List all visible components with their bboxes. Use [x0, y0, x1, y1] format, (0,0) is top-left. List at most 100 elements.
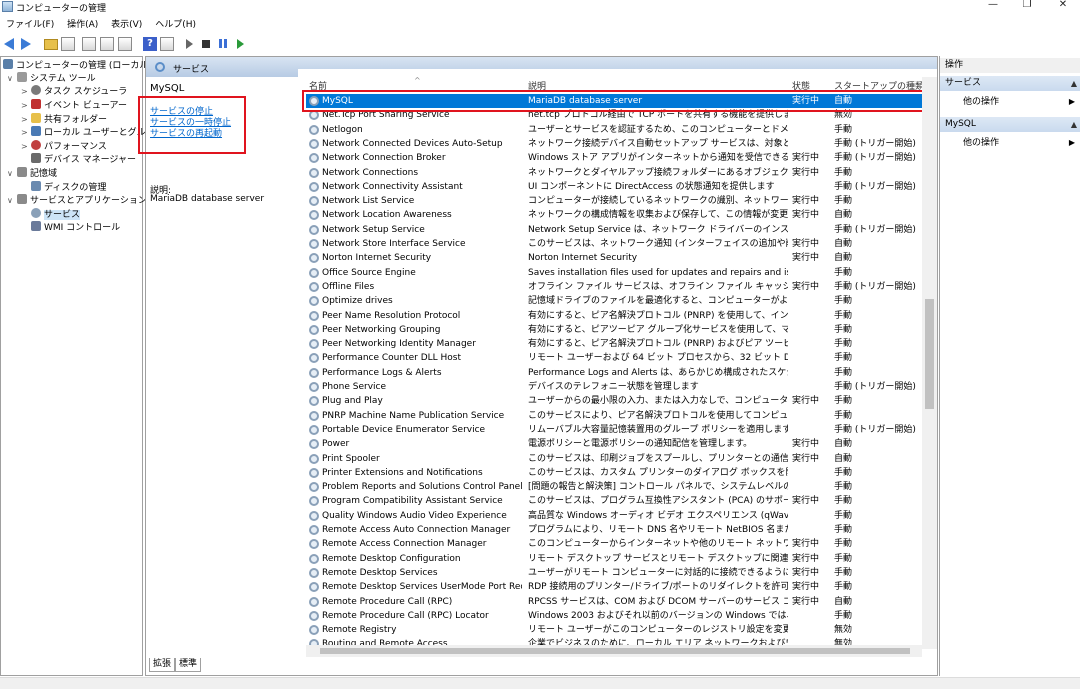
service-description: このサービスは、プログラム互換性アシスタント (PCA) のサポートを提供しま.… — [528, 496, 788, 507]
console-tree-icon[interactable] — [61, 37, 75, 51]
table-row[interactable]: Phone Service デバイスのテレフォニー状態を管理します 手動 (トリガー… — [306, 380, 922, 394]
tree-node-storage[interactable]: ∨ 記憶域 — [7, 167, 57, 180]
chevron-right-icon[interactable]: > — [21, 140, 31, 153]
export-list-icon[interactable] — [118, 37, 132, 51]
tree-node-task-scheduler[interactable]: > タスク スケジューラ — [21, 85, 127, 98]
table-row[interactable]: PNRP Machine Name Publication Service このサ… — [306, 409, 922, 423]
horizontal-scrollbar[interactable] — [306, 645, 922, 657]
tree-node-services[interactable]: サービス — [21, 208, 81, 221]
chevron-right-icon[interactable]: > — [21, 85, 31, 98]
menu-help[interactable]: ヘルプ(H) — [155, 17, 196, 33]
action-pane-icon[interactable] — [160, 37, 174, 51]
table-row[interactable]: Norton Internet Security Norton Internet … — [306, 251, 922, 265]
actions-section-mysql[interactable]: MySQL ▲ — [940, 117, 1080, 132]
collapse-up-icon[interactable]: ▲ — [1071, 76, 1077, 91]
table-row[interactable]: Network Store Interface Service このサービスは、ネ… — [306, 237, 922, 251]
mysql-more-actions[interactable]: 他の操作 ▶ — [963, 136, 1080, 150]
gear-icon — [309, 124, 319, 135]
menu-action[interactable]: 操作(A) — [67, 17, 98, 33]
folder-up-icon[interactable] — [44, 39, 58, 50]
tab-extended[interactable]: 拡張 — [149, 658, 176, 672]
table-row[interactable]: Peer Networking Grouping 有効にすると、ピアツーピア グル… — [306, 323, 922, 337]
table-row[interactable]: Printer Extensions and Notifications このサー… — [306, 466, 922, 480]
chevron-right-icon[interactable]: > — [21, 113, 31, 126]
close-button[interactable]: ✕ — [1048, 0, 1078, 12]
minimize-button[interactable]: — — [978, 0, 1008, 12]
table-row[interactable]: Network List Service コンピューターが接続しているネットワーク… — [306, 194, 922, 208]
table-row[interactable]: Remote Registry リモート ユーザーがこのコンピューターのレジストリ… — [306, 623, 922, 637]
services-more-actions[interactable]: 他の操作 ▶ — [963, 95, 1080, 109]
tree-node-shared-folders[interactable]: > 共有フォルダー — [21, 113, 107, 126]
tab-standard[interactable]: 標準 — [175, 658, 202, 672]
service-name: Quality Windows Audio Video Experience — [322, 510, 507, 521]
refresh-icon[interactable] — [100, 37, 114, 51]
vertical-scrollbar[interactable] — [922, 77, 937, 649]
actions-section-services[interactable]: サービス ▲ — [940, 76, 1080, 91]
tree-node-disk-management[interactable]: ディスクの管理 — [21, 181, 106, 194]
table-row[interactable]: Remote Desktop Configuration リモート デスクトップ … — [306, 552, 922, 566]
back-arrow-icon[interactable] — [4, 38, 14, 50]
table-row[interactable]: Remote Procedure Call (RPC) Locator Windo… — [306, 609, 922, 623]
gear-icon — [309, 510, 319, 521]
tree-node-services-apps[interactable]: ∨ サービスとアプリケーション — [7, 194, 147, 207]
collapse-up-icon[interactable]: ▲ — [1071, 117, 1077, 132]
table-row[interactable]: Plug and Play ユーザーからの最小限の入力、または入力なしで、コンピュ… — [306, 394, 922, 408]
table-row[interactable]: Network Location Awareness ネットワークの構成情報を収集… — [306, 208, 922, 222]
menu-bar: ファイル(F) 操作(A) 表示(V) ヘルプ(H) — [0, 17, 1080, 33]
menu-file[interactable]: ファイル(F) — [6, 17, 54, 33]
table-row[interactable]: Network Connected Devices Auto-Setup ネットワ… — [306, 137, 922, 151]
chevron-down-icon[interactable]: ∨ — [7, 72, 17, 85]
table-row[interactable]: Remote Access Auto Connection Manager プログ… — [306, 523, 922, 537]
table-row[interactable]: Remote Desktop Services ユーザーがリモート コンピューター… — [306, 566, 922, 580]
table-row[interactable]: Portable Device Enumerator Service リムーバブル… — [306, 423, 922, 437]
table-row[interactable]: Performance Logs & Alerts Performance Log… — [306, 366, 922, 380]
table-row[interactable]: Network Connectivity Assistant UI コンポーネント… — [306, 180, 922, 194]
tree-node-system-tools[interactable]: ∨ システム ツール — [7, 72, 96, 85]
table-row[interactable]: Office Source Engine Saves installation f… — [306, 266, 922, 280]
tree-node-root[interactable]: コンピューターの管理 (ローカル) — [3, 59, 152, 72]
help-icon[interactable]: ? — [143, 37, 157, 51]
service-name: Remote Desktop Services — [322, 567, 438, 578]
service-startup-type: 手動 (トリガー開始) — [834, 281, 916, 292]
chevron-down-icon[interactable]: ∨ — [7, 167, 17, 180]
table-row[interactable]: Netlogon ユーザーとサービスを認証するため、このコンピューターとドメイン … — [306, 123, 922, 137]
table-row[interactable]: Peer Name Resolution Protocol 有効にすると、ピア名解… — [306, 309, 922, 323]
vertical-scroll-thumb[interactable] — [925, 299, 934, 409]
service-startup-type: 手動 (トリガー開始) — [834, 181, 916, 192]
table-row[interactable]: Print Spooler このサービスは、印刷ジョブをスプールし、プリンターとの… — [306, 452, 922, 466]
table-row[interactable]: Peer Networking Identity Manager 有効にすると、ピ… — [306, 337, 922, 351]
table-row[interactable]: Power 電源ポリシーと電源ポリシーの通知配信を管理します。 実行中 自動 — [306, 437, 922, 451]
table-row[interactable]: Problem Reports and Solutions Control Pa… — [306, 480, 922, 494]
tree-node-device-manager[interactable]: デバイス マネージャー — [21, 153, 136, 166]
gear-icon — [309, 281, 319, 292]
table-row[interactable]: Remote Procedure Call (RPC) RPCSS サービスは、C… — [306, 595, 922, 609]
table-row[interactable]: Quality Windows Audio Video Experience 高品… — [306, 509, 922, 523]
services-pane: サービス MySQL サービスの停止 サービスの一時停止 サービスの再起動 説明… — [138, 56, 938, 676]
chevron-right-icon[interactable]: > — [21, 126, 31, 139]
table-row[interactable]: Network Connections ネットワークとダイヤルアップ接続フォルダー… — [306, 166, 922, 180]
tree-node-performance[interactable]: > パフォーマンス — [21, 140, 107, 153]
table-row[interactable]: Optimize drives 記憶域ドライブのファイルを最適化すると、コンピュー… — [306, 294, 922, 308]
chevron-right-icon[interactable]: > — [21, 99, 31, 112]
menu-view[interactable]: 表示(V) — [111, 17, 142, 33]
table-row[interactable]: Offline Files オフライン ファイル サービスは、オフライン ファイル… — [306, 280, 922, 294]
properties-icon[interactable] — [82, 37, 96, 51]
restart-service-icon[interactable] — [237, 39, 244, 49]
table-row[interactable]: Remote Desktop Services UserMode Port Re… — [306, 580, 922, 594]
tree-node-event-viewer[interactable]: > イベント ビューアー — [21, 99, 127, 112]
table-row[interactable]: Performance Counter DLL Host リモート ユーザーおよび… — [306, 351, 922, 365]
service-status: 実行中 — [792, 496, 820, 507]
stop-service-icon[interactable] — [202, 40, 210, 48]
chevron-down-icon[interactable]: ∨ — [7, 194, 17, 207]
pause-service-icon[interactable] — [219, 39, 227, 48]
table-row[interactable]: Network Connection Broker Windows ストア アプリ… — [306, 151, 922, 165]
service-status: 実行中 — [792, 196, 820, 207]
maximize-button[interactable]: ❐ — [1012, 0, 1042, 12]
tree-node-wmi-control[interactable]: WMI コントロール — [21, 221, 120, 234]
table-row[interactable]: Program Compatibility Assistant Service こ… — [306, 494, 922, 508]
start-service-icon[interactable] — [186, 39, 193, 49]
forward-arrow-icon[interactable] — [21, 38, 31, 50]
table-row[interactable]: Remote Access Connection Manager このコンピュータ… — [306, 537, 922, 551]
horizontal-scroll-thumb[interactable] — [320, 648, 910, 654]
table-row[interactable]: Network Setup Service Network Setup Servi… — [306, 223, 922, 237]
